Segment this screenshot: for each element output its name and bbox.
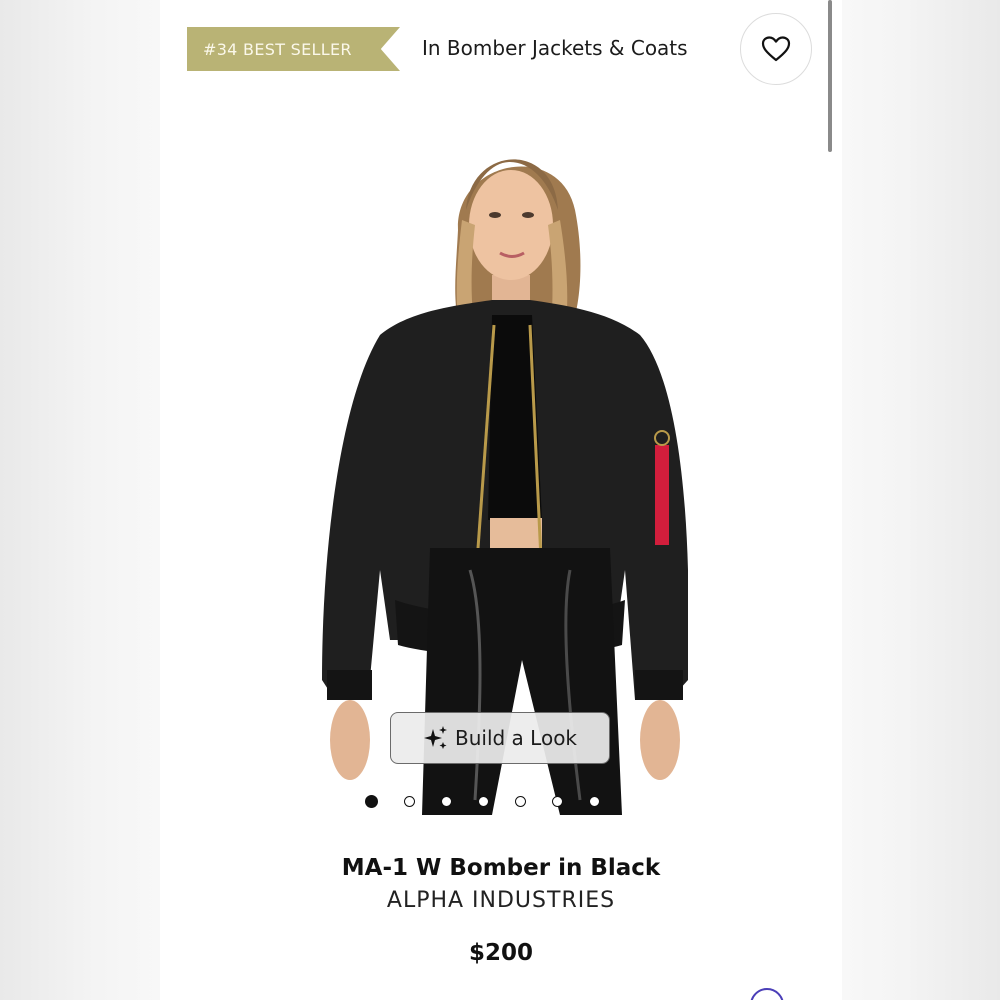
product-brand[interactable]: ALPHA INDUSTRIES <box>160 888 842 913</box>
category-link[interactable]: In Bomber Jackets & Coats <box>422 36 688 60</box>
best-seller-text: #34 BEST SELLER <box>203 39 352 59</box>
product-price: $200 <box>468 940 533 966</box>
product-image[interactable] <box>230 100 770 815</box>
background-right <box>842 0 1000 1000</box>
model-photo <box>322 159 688 815</box>
gallery-pagination <box>365 793 600 809</box>
pagination-dot-2[interactable] <box>404 795 415 807</box>
pagination-dot-5[interactable] <box>515 795 526 807</box>
pagination-dot-1[interactable] <box>365 794 378 808</box>
pagination-dot-4[interactable] <box>478 795 489 807</box>
pagination-dot-6[interactable] <box>552 795 563 807</box>
sparkles-icon <box>423 726 447 749</box>
chat-icon[interactable] <box>750 988 784 1000</box>
build-a-look-label: Build a Look <box>454 726 578 750</box>
product-title: MA-1 W Bomber in Black <box>341 855 661 881</box>
pagination-dot-7[interactable] <box>589 795 600 807</box>
background-left <box>0 0 160 1000</box>
best-seller-badge: #34 BEST SELLER <box>187 27 400 71</box>
favorite-button[interactable] <box>740 13 812 85</box>
heart-outline-icon <box>761 36 791 62</box>
pagination-dot-3[interactable] <box>441 795 452 807</box>
scrollbar[interactable] <box>828 0 832 152</box>
product-screen: #34 BEST SELLER In Bomber Jackets & Coat… <box>160 0 842 1000</box>
build-a-look-button[interactable]: Build a Look <box>390 712 610 764</box>
